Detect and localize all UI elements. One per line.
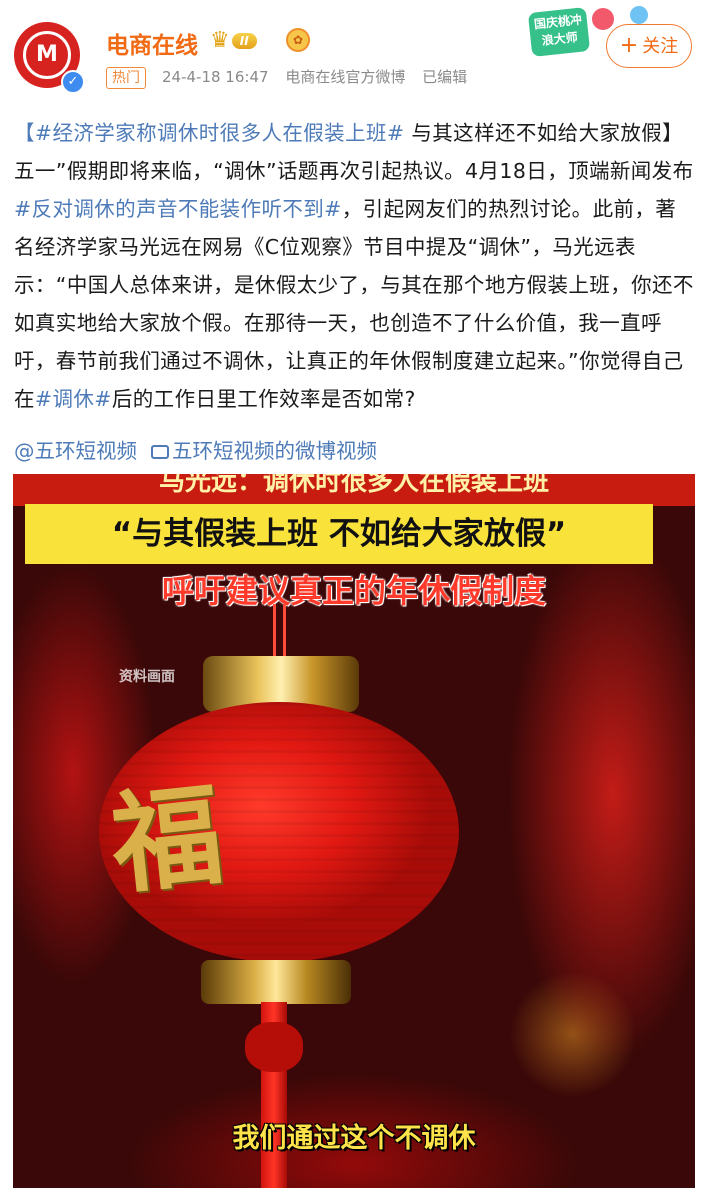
username[interactable]: 电商在线 [106, 26, 198, 60]
caption-red: 呼吁建议真正的年休假制度 [161, 572, 546, 610]
plus-icon: + [619, 33, 639, 58]
video-link[interactable]: 五环短视频的微博视频 [172, 439, 377, 463]
follow-button[interactable]: + 关注 [606, 24, 692, 68]
caption-top: 马光远：调休时很多人在假装上班 [13, 474, 695, 506]
crown-level-badge[interactable]: ♛ II [210, 28, 278, 54]
hashtag-link[interactable]: 【#经济学家称调休时很多人在假装上班# [14, 121, 404, 145]
level-label: II [231, 33, 257, 49]
caption-yellow: “与其假装上班 不如给大家放假” [25, 504, 653, 564]
follow-label: 关注 [642, 36, 679, 57]
post-text: 【#经济学家称调休时很多人在假装上班# 与其这样还不如给大家放假】五一”假期即将… [14, 114, 696, 418]
decoration-icon [592, 8, 614, 30]
video-thumbnail[interactable]: 马光远：调休时很多人在假装上班 “与其假装上班 不如给大家放假” 呼吁建议真正的… [13, 474, 695, 1188]
video-icon [151, 445, 169, 459]
hot-tag: 热门 [106, 67, 146, 89]
decoration-icon [630, 6, 648, 24]
verified-badge-icon: ✓ [61, 70, 85, 94]
hashtag-link[interactable]: #调休# [35, 387, 112, 411]
video-subtitle: 我们通过这个不调休 [232, 1123, 476, 1154]
promo-badge-label: 国庆桃冲浪大师 [527, 7, 591, 57]
post-text-segment: ，引起网友们的热烈讨论。此前，著名经济学家马光远在网易《C位观察》节目中提及“调… [14, 197, 694, 411]
tassel-knot [245, 1022, 303, 1072]
post-text-segment: 后的工作日里工作效率是否如常? [111, 387, 416, 411]
brand-logo-icon: M [23, 31, 71, 79]
hashtag-link[interactable]: #反对调休的声音不能装作听不到# [14, 197, 342, 221]
post-meta: 24-4-18 16:47 电商在线官方微博 已编辑 [162, 66, 479, 88]
mention-line: @五环短视频 五环短视频的微博视频 [14, 436, 377, 466]
source-label: 资料画面 [119, 669, 175, 685]
flower-badge-icon[interactable]: ✿ [286, 28, 310, 52]
lantern-character: 福 [105, 770, 229, 910]
edited-label: 已编辑 [422, 68, 468, 86]
lantern-bottom-cap [201, 960, 351, 1004]
timestamp: 24-4-18 16:47 [162, 68, 269, 86]
mention-link[interactable]: @五环短视频 [14, 439, 137, 463]
post-source: 电商在线官方微博 [285, 68, 406, 86]
crown-icon: ♛ [210, 28, 230, 53]
